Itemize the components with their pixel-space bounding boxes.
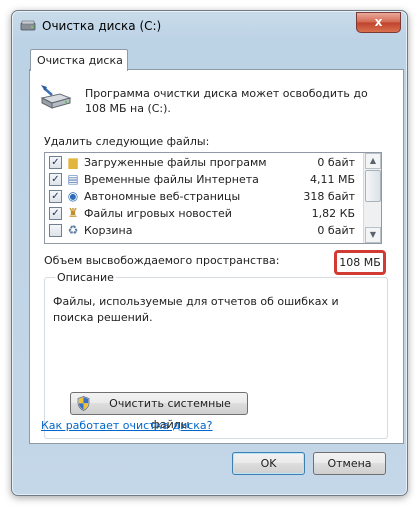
- item-name: Файлы игровых новостей: [84, 207, 232, 220]
- ok-button[interactable]: OK: [232, 452, 305, 475]
- ok-label: OK: [260, 457, 277, 470]
- checkbox[interactable]: [49, 224, 62, 237]
- how-disk-cleanup-works-link[interactable]: Как работает очистка диска?: [41, 419, 213, 432]
- list-item[interactable]: ✓ ▆ Загруженные файлы программ 0 байт: [45, 154, 361, 171]
- uac-shield-icon: [77, 396, 90, 411]
- space-freed-label: Объем высвобождаемого пространства:: [44, 254, 280, 267]
- list-item[interactable]: ✓ ◉ Автономные веб-страницы 318 байт: [45, 188, 361, 205]
- file-list[interactable]: ✓ ▆ Загруженные файлы программ 0 байт ✓ …: [44, 152, 382, 244]
- list-item[interactable]: ♻ Корзина 0 байт: [45, 222, 361, 239]
- item-size: 1,82 КБ: [311, 207, 355, 220]
- item-name: Временные файлы Интернета: [84, 173, 259, 186]
- checkbox[interactable]: ✓: [49, 156, 62, 169]
- scroll-up-icon[interactable]: ▲: [365, 153, 381, 169]
- window-title: Очистка диска (C:): [42, 19, 162, 33]
- scroll-down-icon[interactable]: ▼: [365, 227, 381, 243]
- disk-cleanup-window: Очистка диска (C:) x Очистка диска Прогр…: [11, 10, 408, 496]
- disk-cleanup-app-icon: [20, 20, 36, 31]
- checkbox[interactable]: ✓: [49, 207, 62, 220]
- cleanup-summary-text: Программа очистки диска может освободить…: [85, 87, 368, 115]
- offline-web-icon: ◉: [67, 189, 79, 203]
- document-icon: ▤: [67, 172, 79, 186]
- item-size: 0 байт: [317, 156, 355, 169]
- game-news-icon: ♜: [67, 206, 79, 220]
- disk-cleanup-icon: [40, 85, 72, 109]
- tab-panel: Программа очистки диска может освободить…: [29, 69, 404, 444]
- files-to-delete-label: Удалить следующие файлы:: [44, 135, 210, 148]
- tab-disk-cleanup[interactable]: Очистка диска: [30, 49, 128, 71]
- clean-system-files-button[interactable]: Очистить системные файлы: [70, 392, 248, 431]
- checkbox[interactable]: ✓: [49, 173, 62, 186]
- checkbox[interactable]: ✓: [49, 190, 62, 203]
- close-button[interactable]: x: [356, 12, 401, 33]
- list-item[interactable]: ✓ ▤ Временные файлы Интернета 4,11 МБ: [45, 171, 361, 188]
- title-bar[interactable]: Очистка диска (C:) x: [12, 11, 407, 41]
- cancel-label: Отмена: [327, 457, 372, 470]
- tab-label: Очистка диска: [37, 54, 123, 67]
- list-item[interactable]: ✓ ♜ Файлы игровых новостей 1,82 КБ: [45, 205, 361, 222]
- item-name: Автономные веб-страницы: [84, 190, 241, 203]
- item-size: 0 байт: [317, 224, 355, 237]
- item-size: 318 байт: [303, 190, 355, 203]
- folder-icon: ▆: [68, 155, 78, 169]
- close-icon: x: [374, 15, 383, 29]
- vertical-scrollbar[interactable]: ▲ ▼: [363, 153, 381, 243]
- description-text: Файлы, используемые для отчетов об ошибк…: [53, 295, 339, 324]
- cancel-button[interactable]: Отмена: [313, 452, 386, 475]
- description-title: Описание: [55, 271, 116, 284]
- scroll-thumb[interactable]: [365, 170, 381, 202]
- item-size: 4,11 МБ: [309, 173, 355, 186]
- item-name: Загруженные файлы программ: [84, 156, 267, 169]
- recycle-bin-icon: ♻: [67, 223, 79, 237]
- space-freed-value: 108 МБ: [334, 250, 386, 275]
- item-name: Корзина: [84, 224, 133, 237]
